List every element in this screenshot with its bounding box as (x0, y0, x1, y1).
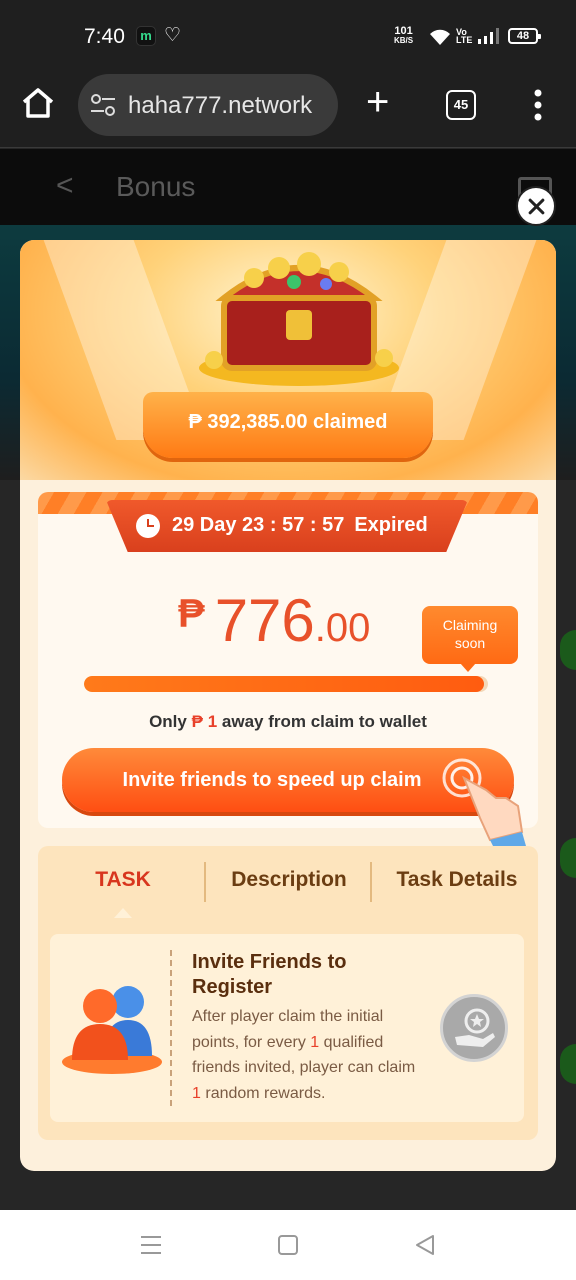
amount-currency: ₱ (178, 592, 205, 636)
task-description: After player claim the initial points, f… (192, 1004, 422, 1106)
signal-icon (478, 28, 499, 44)
countdown-text: 29 Day 23 : 57 : 57 Expired (172, 514, 428, 537)
new-tab-button[interactable]: + (366, 82, 389, 122)
claimed-total: ₱ 392,385.00 claimed (188, 411, 388, 433)
friends-icon (62, 986, 162, 1074)
star-in-hand-icon (455, 1008, 495, 1047)
active-tab-pointer (114, 908, 132, 918)
countdown-status: Expired (354, 514, 428, 536)
more-menu-icon[interactable] (532, 88, 544, 122)
task-section: TASK Description Task Details Invite Fri… (38, 846, 538, 1140)
heart-notification-icon: ♡ (164, 25, 182, 46)
address-bar[interactable]: haha777.network (78, 74, 338, 136)
away-currency: ₱ (191, 712, 203, 731)
task-tabs: TASK Description Task Details (38, 846, 538, 918)
back-nav-icon[interactable] (414, 1234, 436, 1256)
amount-decimal: .00 (314, 606, 371, 650)
status-bar: 7:40 m ♡ 101 KB/S Vo LTE 48 (0, 0, 576, 72)
volte-bottom: LTE (456, 35, 473, 45)
badge-line-2: soon (454, 635, 486, 651)
home-nav-icon[interactable] (278, 1235, 298, 1255)
clock-icon (136, 514, 160, 538)
task-divider (170, 950, 172, 1106)
hero-banner: ₱ 392,385.00 claimed (20, 240, 556, 480)
site-settings-icon[interactable] (90, 94, 116, 116)
status-time: 7:40 (84, 25, 125, 48)
network-speed-value: 101 (394, 25, 413, 37)
wifi-icon (430, 29, 450, 45)
network-speed-unit: KB/S (394, 36, 414, 45)
page-title: Bonus (116, 171, 196, 202)
task-desc-count-1: 1 (310, 1033, 320, 1051)
recent-apps-icon[interactable] (140, 1234, 162, 1256)
task-card: Invite Friends to Register After player … (50, 934, 524, 1122)
badge-line-1: Claiming (442, 617, 498, 633)
task-title: Invite Friends to Register (192, 951, 347, 998)
countdown-value: 29 Day 23 : 57 : 57 (172, 514, 345, 536)
tab-description[interactable]: Description (214, 868, 364, 892)
network-speed: 101 KB/S (394, 26, 413, 46)
url-text: haha777.network (128, 92, 313, 119)
tab-divider (204, 862, 206, 902)
app-notification-icon: m (136, 26, 156, 46)
away-amount: 1 (207, 712, 218, 731)
away-suffix: away from claim to wallet (221, 712, 427, 731)
bonus-modal: ₱ 392,385.00 claimed 29 Day 23 : 57 : 57… (20, 240, 556, 1171)
home-icon[interactable] (20, 86, 56, 120)
pointing-hand-icon (442, 758, 526, 848)
claim-progress-fill (84, 676, 484, 692)
claiming-soon-badge: Claiming soon (422, 606, 518, 672)
task-desc-count-2: 1 (192, 1084, 201, 1102)
reward-amount: ₱ 776.00 (178, 586, 370, 655)
away-prefix: Only (149, 712, 187, 731)
amount-integer: 776 (214, 587, 315, 654)
page-header: < Bonus (0, 149, 576, 225)
battery-icon: 48 (508, 28, 541, 44)
back-chevron-icon[interactable]: < (56, 169, 74, 203)
browser-toolbar: haha777.network + 45 (0, 72, 576, 148)
task-desc-part-3: random rewards. (205, 1084, 326, 1102)
claim-progress-bar (84, 676, 488, 692)
system-navigation-bar (0, 1210, 576, 1280)
reward-hand-icon[interactable] (440, 994, 508, 1062)
treasure-chest-icon (199, 252, 399, 386)
close-modal-button[interactable] (516, 186, 556, 226)
invite-button-label: Invite friends to speed up claim (122, 769, 422, 791)
volte-indicator: Vo LTE (456, 28, 473, 45)
claimed-total-banner: ₱ 392,385.00 claimed (143, 392, 433, 458)
tab-switcher-button[interactable]: 45 (446, 90, 476, 120)
tab-task[interactable]: TASK (68, 868, 178, 892)
tab-divider (370, 862, 372, 902)
away-from-claim-text: Only ₱ 1 away from claim to wallet (38, 712, 538, 732)
tab-task-details[interactable]: Task Details (382, 868, 532, 892)
countdown-timer: 29 Day 23 : 57 : 57 Expired (106, 500, 468, 552)
